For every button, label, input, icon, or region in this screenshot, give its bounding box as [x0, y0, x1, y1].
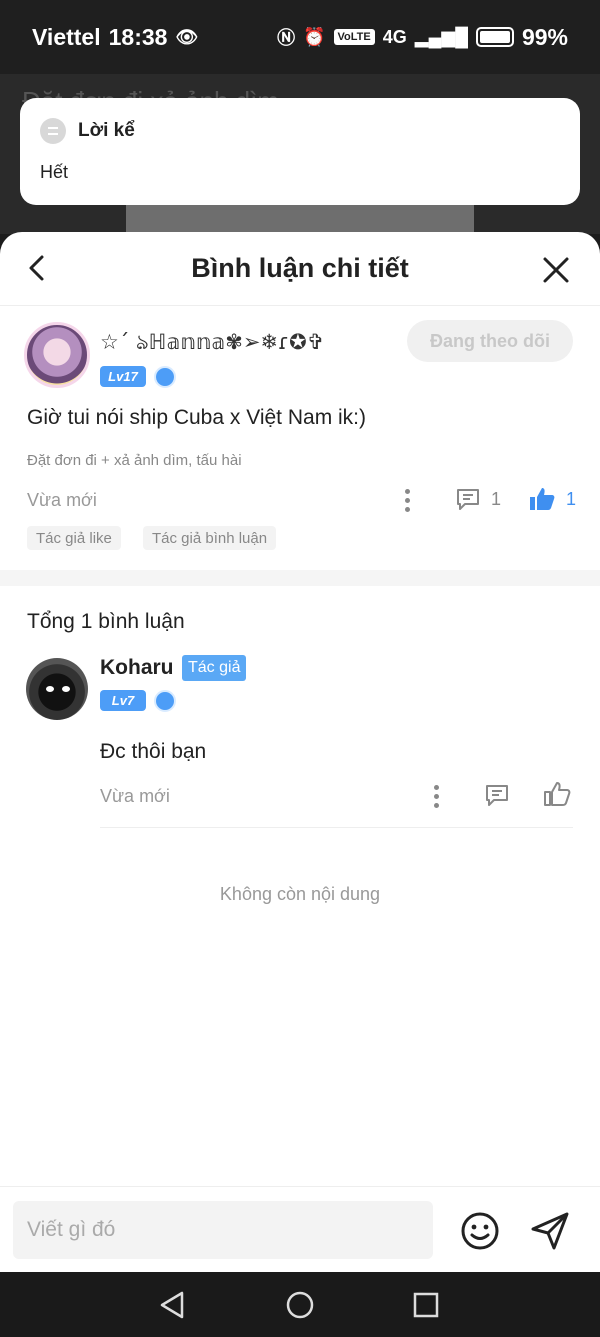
comment-time: Vừa mới [100, 786, 170, 806]
tag-author-like: Tác giả like [27, 526, 121, 550]
post-user-name[interactable]: ☆ˊ ঌℍ𝕒𝕟𝕟𝕒✾➢❄ɾ✪✞ [100, 326, 324, 361]
reply-icon[interactable] [484, 782, 510, 808]
like-count: 1 [566, 488, 577, 509]
close-icon[interactable] [542, 256, 570, 284]
post-subtitle[interactable]: Đặt đơn đi + xả ảnh dìm, tấu hài [27, 452, 242, 469]
send-icon[interactable] [530, 1211, 570, 1251]
nav-home-icon[interactable] [285, 1290, 315, 1320]
section-divider [0, 570, 600, 586]
volte-badge: VoLTE [333, 29, 375, 45]
comment-detail-sheet: Bình luận chi tiết ☆ˊ ঌℍ𝕒𝕟𝕟𝕒✾➢❄ɾ✪✞ Lv17 … [0, 232, 600, 1272]
comment-count-button[interactable]: 1 [455, 486, 501, 512]
end-of-content-label: Không còn nội dung [219, 884, 381, 904]
eye-icon: 👁 [175, 26, 199, 47]
comment-level-badge: Lv7 [100, 690, 146, 711]
post-text: Giờ tui nói ship Cuba x Việt Nam ik:) [27, 406, 367, 429]
battery-percent: 99% [521, 23, 568, 50]
carrier-label: Viettel [32, 23, 101, 50]
sheet-header: Bình luận chi tiết [0, 232, 600, 306]
comment-text: Đc thôi bạn [100, 740, 207, 763]
comment-count: 1 [491, 488, 502, 509]
follow-button[interactable]: Đang theo dõi [407, 320, 573, 362]
comment-like-icon[interactable] [543, 781, 571, 807]
notification-title: Lời kể [78, 120, 135, 141]
author-tag: Tác giả [182, 655, 247, 681]
comment-verified-icon [154, 690, 176, 712]
back-icon[interactable] [24, 254, 52, 282]
post-time: Vừa mới [27, 490, 97, 510]
emoji-icon[interactable] [460, 1211, 500, 1251]
nav-back-icon[interactable] [158, 1290, 188, 1320]
network-type: 4G [382, 26, 407, 47]
total-comments-label: Tổng 1 bình luận [27, 610, 185, 633]
comment-user-name[interactable]: Koharu [100, 656, 174, 680]
more-options-icon[interactable] [405, 489, 411, 513]
like-button[interactable]: 1 [528, 486, 576, 512]
comment-input-bar: Viết gì đó [0, 1186, 600, 1272]
clock: 18:38 [108, 23, 168, 50]
battery-icon [475, 27, 514, 47]
comment-more-icon[interactable] [434, 785, 440, 809]
notification-body: Hết [40, 162, 69, 182]
verified-icon [154, 366, 176, 388]
tag-author-comment: Tác giả bình luận [143, 526, 277, 550]
thumbs-up-icon [530, 488, 555, 510]
comment-avatar[interactable] [26, 658, 88, 720]
notification-card[interactable]: Lời kể Hết [20, 98, 580, 205]
post-level-badge: Lv17 [100, 366, 146, 387]
system-nav-bar [0, 1272, 600, 1337]
comment-icon [457, 489, 479, 510]
comment-divider [100, 827, 573, 828]
nav-recents-icon[interactable] [412, 1291, 440, 1319]
message-icon [40, 118, 66, 144]
status-bar: Viettel 18:38 👁 Ⓝ ⏰ VoLTE 4G ▂▄▆█ 99% [0, 0, 600, 74]
alarm-icon: ⏰ [303, 26, 326, 47]
signal-icon: ▂▄▆█ [414, 26, 468, 47]
sheet-title: Bình luận chi tiết [191, 253, 409, 283]
nfc-icon: Ⓝ [277, 28, 296, 48]
post-avatar[interactable] [24, 322, 90, 388]
comment-input[interactable]: Viết gì đó [13, 1201, 433, 1259]
